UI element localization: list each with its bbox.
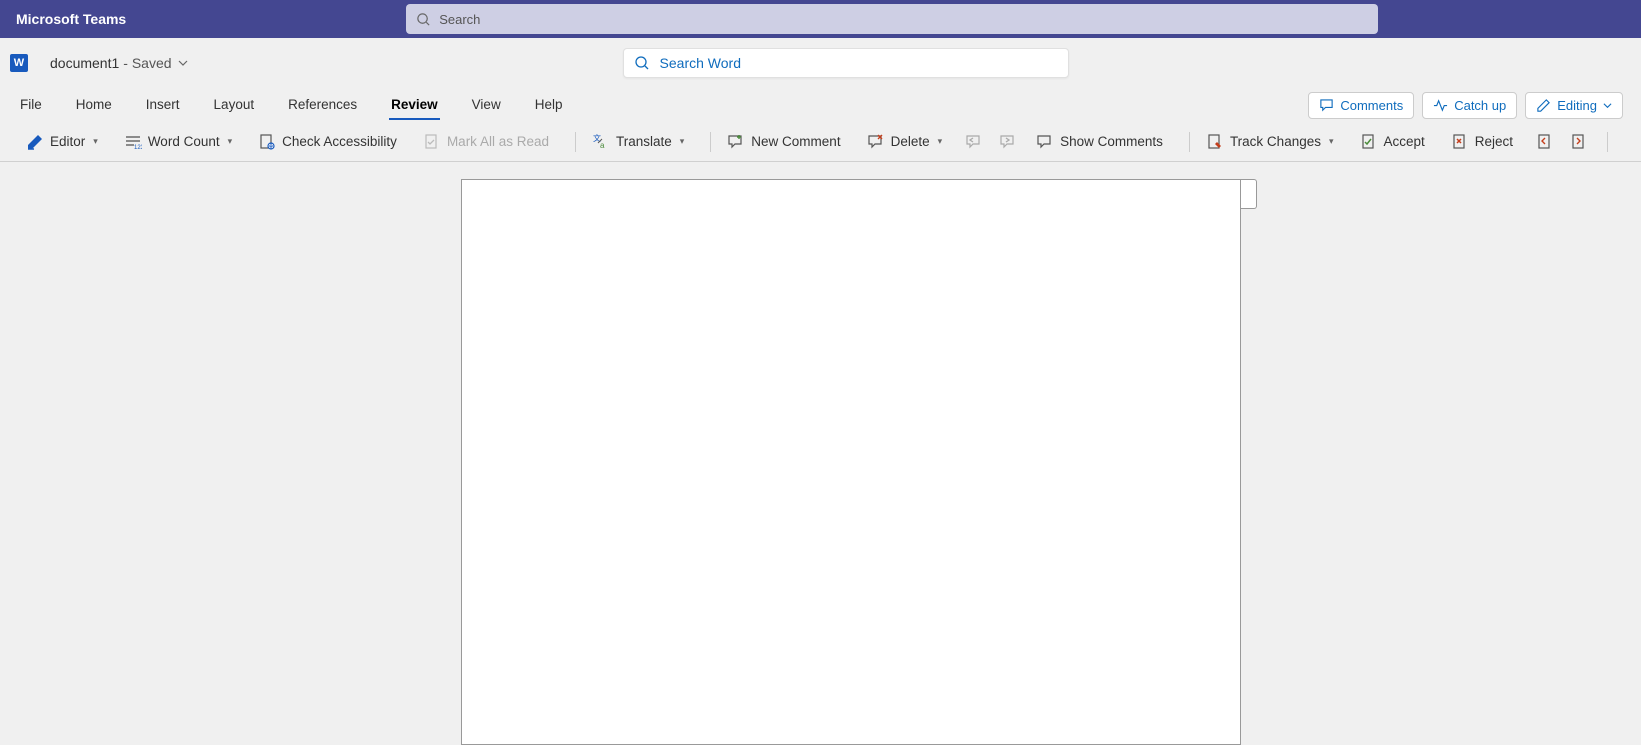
top-right-buttons: Comments Catch up Editing [1308,92,1623,119]
reject-icon [1451,133,1469,151]
track-changes-icon [1206,133,1224,151]
search-icon [416,12,431,27]
comments-button[interactable]: Comments [1308,92,1414,119]
editor-icon [26,133,44,151]
translate-icon: 文a [592,133,610,151]
editor-label: Editor [50,134,85,149]
word-search-input[interactable] [660,55,1058,71]
catchup-button[interactable]: Catch up [1422,92,1517,119]
show-comments-icon [1036,133,1054,151]
new-comment-label: New Comment [751,134,840,149]
teams-search-input[interactable] [439,12,1368,27]
page-tab[interactable] [1241,179,1257,209]
chevron-down-icon[interactable] [178,58,188,68]
ribbon-tabs: File Home Insert Layout References Revie… [0,88,1641,122]
check-accessibility-label: Check Accessibility [282,134,397,149]
tab-view[interactable]: View [470,91,503,120]
tab-insert[interactable]: Insert [144,91,182,120]
mark-all-read-label: Mark All as Read [447,134,549,149]
chevron-down-icon: ▾ [680,136,685,147]
next-comment-button[interactable] [994,129,1022,155]
accessibility-icon [258,133,276,151]
editing-button[interactable]: Editing [1525,92,1623,119]
accept-button[interactable]: Accept [1352,129,1433,155]
chevron-down-icon: ▾ [1329,136,1334,147]
previous-comment-button[interactable] [960,129,988,155]
delete-label: Delete [891,134,930,149]
teams-title: Microsoft Teams [16,11,126,27]
mark-read-icon [423,133,441,151]
previous-change-button[interactable] [1531,129,1559,155]
chevron-down-icon: ▾ [938,136,943,147]
chevron-down-icon: ▾ [228,136,233,147]
tab-review[interactable]: Review [389,91,440,120]
editing-label: Editing [1557,98,1597,113]
prev-comment-icon [965,133,983,151]
tab-help[interactable]: Help [533,91,565,120]
catchup-label: Catch up [1454,98,1506,113]
tabs-container: File Home Insert Layout References Revie… [18,91,564,120]
chevron-down-icon [1603,101,1612,110]
comments-label: Comments [1340,98,1403,113]
toolbar-divider [1189,132,1190,152]
new-comment-icon [727,133,745,151]
show-comments-button[interactable]: Show Comments [1028,129,1171,155]
delete-comment-icon [867,133,885,151]
translate-button[interactable]: 文a Translate ▾ [584,129,692,155]
next-change-button[interactable] [1565,129,1593,155]
accept-icon [1360,133,1378,151]
delete-button[interactable]: Delete ▾ [859,129,951,155]
teams-search-box[interactable] [406,4,1378,34]
check-accessibility-button[interactable]: Check Accessibility [250,129,405,155]
word-count-label: Word Count [148,134,220,149]
track-changes-button[interactable]: Track Changes ▾ [1198,129,1342,155]
toolbar-divider [1607,132,1608,152]
toolbar-divider [575,132,576,152]
document-name[interactable]: document1 [50,55,119,71]
chevron-down-icon: ▾ [93,136,98,147]
pencil-icon [1536,98,1551,113]
word-count-icon: 123 [124,133,142,151]
document-status: - Saved [123,55,171,71]
show-comments-label: Show Comments [1060,134,1163,149]
activity-icon [1433,98,1448,113]
mark-all-read-button: Mark All as Read [415,129,557,155]
word-search-box[interactable] [623,48,1069,78]
svg-text:a: a [600,141,605,150]
tab-file[interactable]: File [18,91,44,120]
document-page[interactable] [461,179,1241,745]
accept-label: Accept [1384,134,1425,149]
word-count-button[interactable]: 123 Word Count ▾ [116,129,240,155]
translate-label: Translate [616,134,672,149]
next-change-icon [1570,133,1588,151]
next-comment-icon [999,133,1017,151]
document-canvas [0,162,1641,745]
svg-text:123: 123 [134,145,142,151]
tab-references[interactable]: References [286,91,359,120]
toolbar-divider [710,132,711,152]
word-app-icon: W [10,54,28,72]
tab-layout[interactable]: Layout [212,91,257,120]
reject-button[interactable]: Reject [1443,129,1521,155]
teams-header: Microsoft Teams [0,0,1641,38]
reject-label: Reject [1475,134,1513,149]
editor-button[interactable]: Editor ▾ [18,129,106,155]
prev-change-icon [1536,133,1554,151]
comment-icon [1319,98,1334,113]
tab-home[interactable]: Home [74,91,114,120]
search-icon [634,55,650,71]
review-toolbar: Editor ▾ 123 Word Count ▾ Check Accessib… [0,122,1641,162]
doc-titlebar: W document1 - Saved [0,38,1641,88]
track-changes-label: Track Changes [1230,134,1321,149]
new-comment-button[interactable]: New Comment [719,129,848,155]
